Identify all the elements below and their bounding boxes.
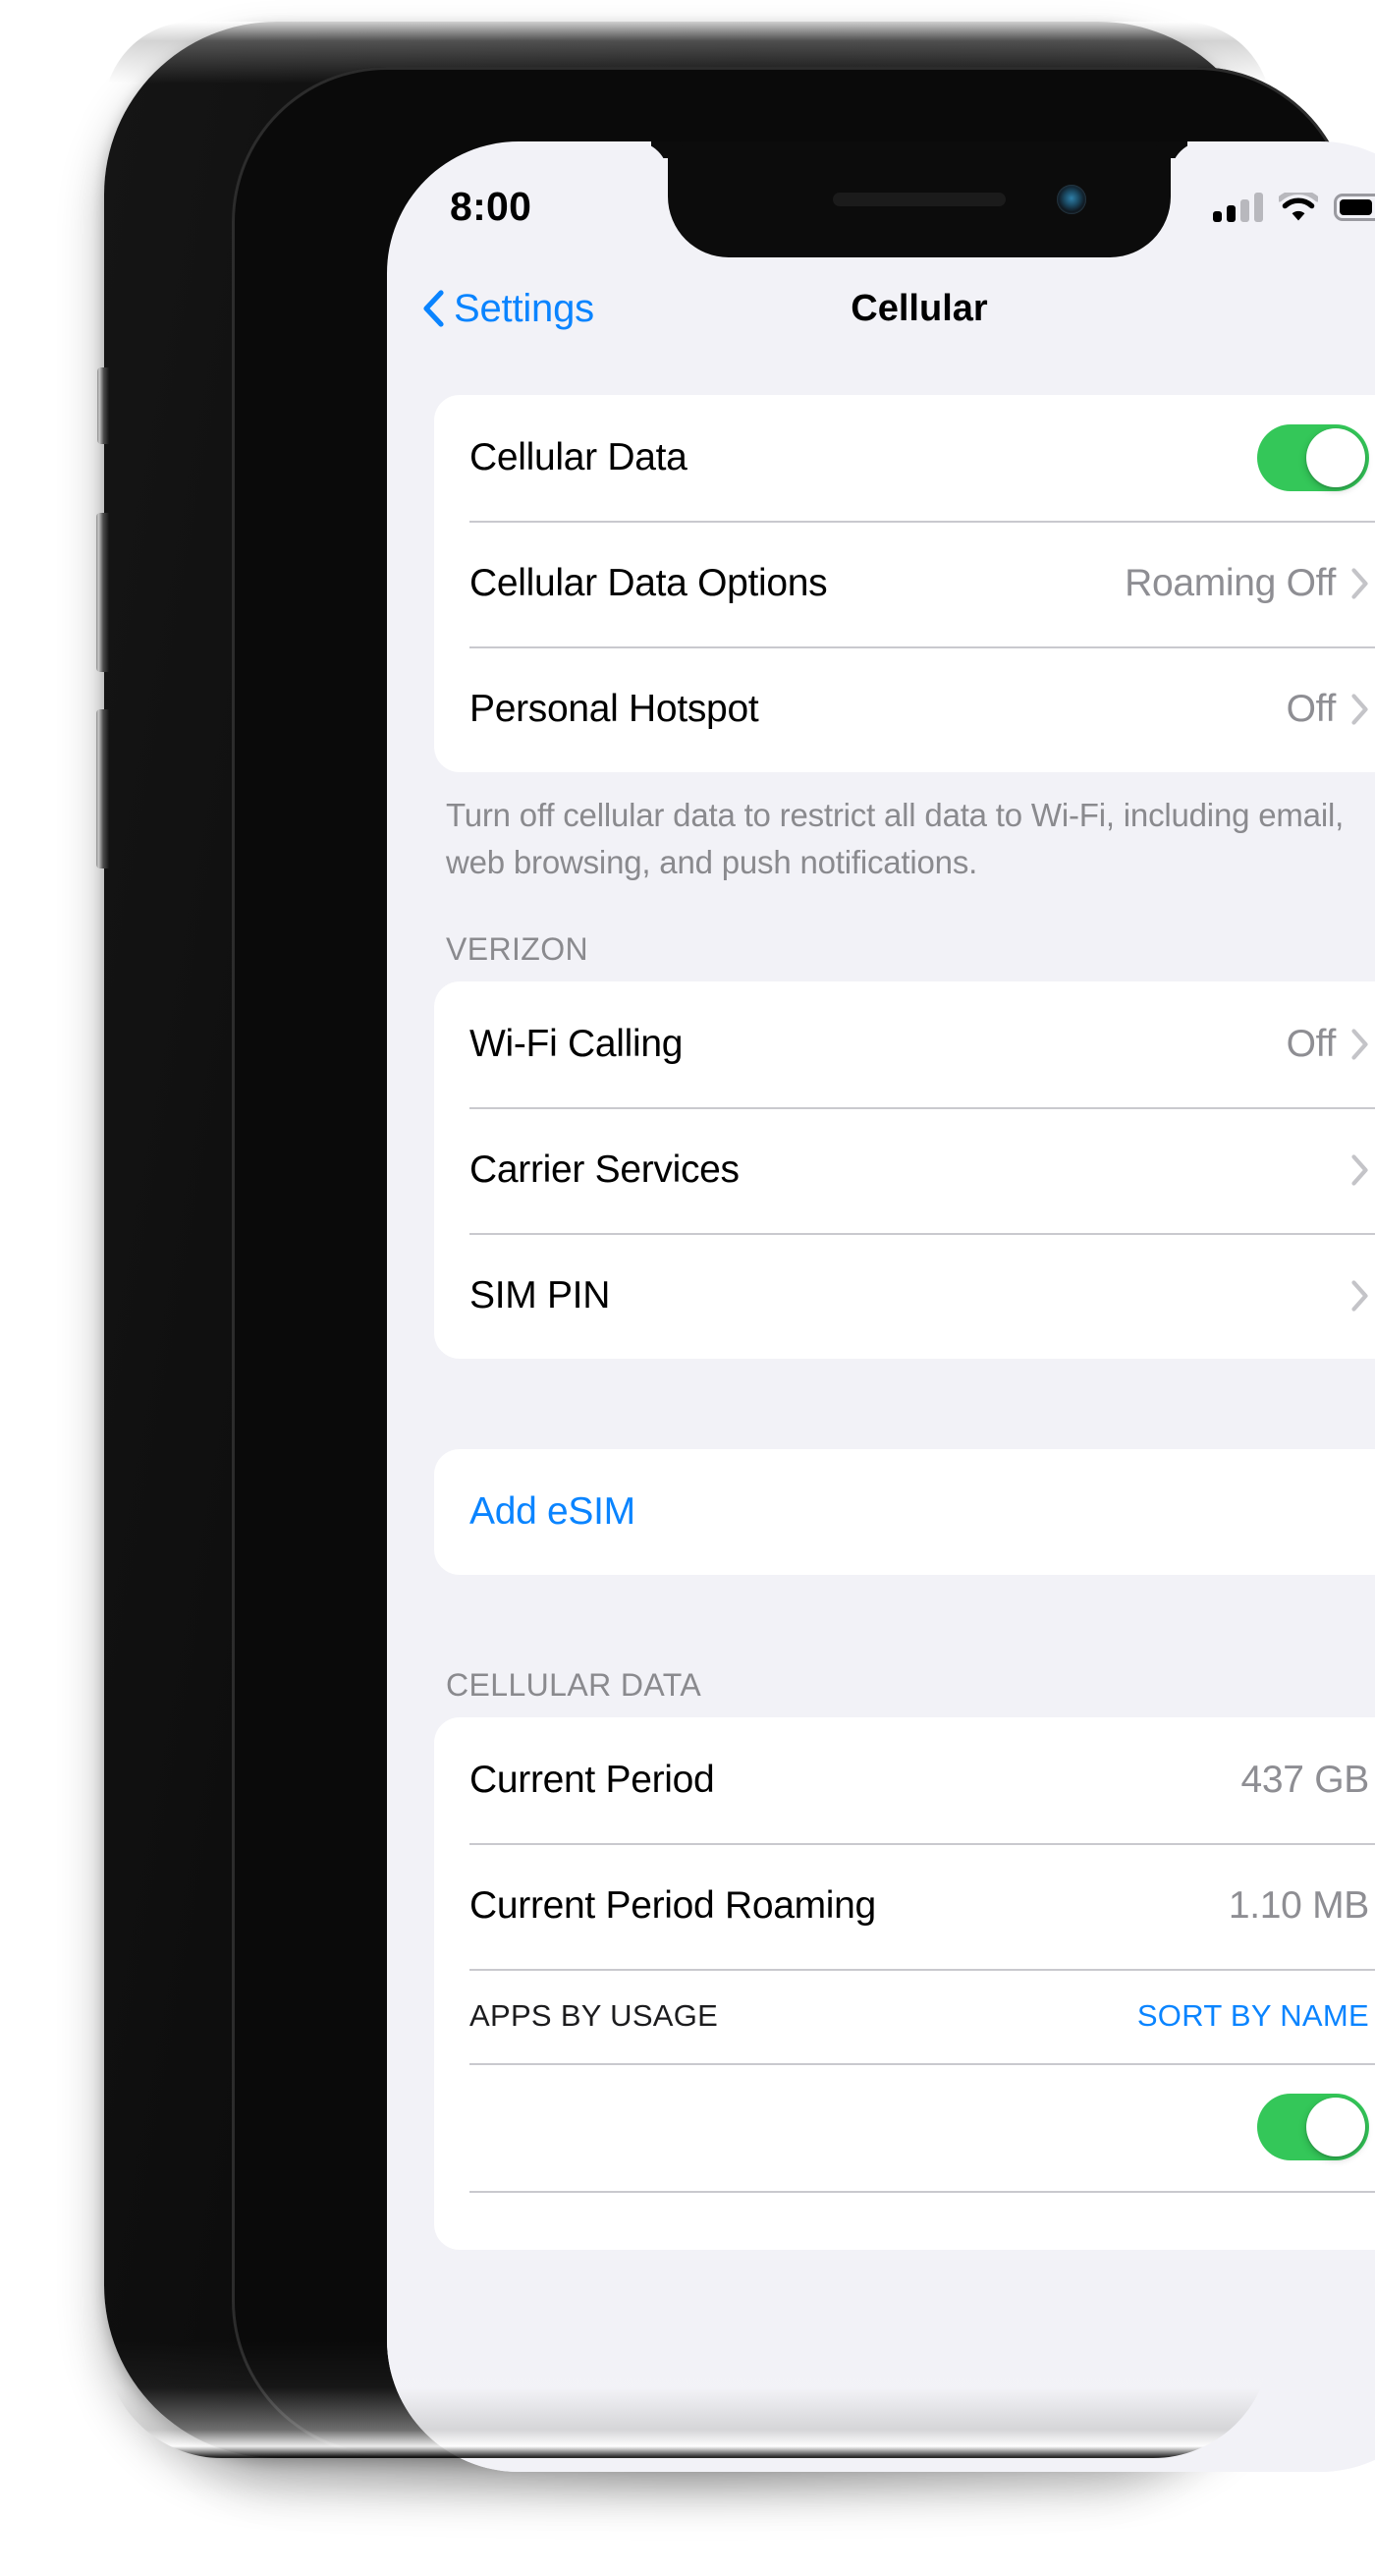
- row-label: Current Period: [469, 1759, 715, 1801]
- row-label: SIM PIN: [469, 1274, 611, 1316]
- row-label: Current Period Roaming: [469, 1884, 876, 1927]
- group-add-esim: Add eSIM: [434, 1449, 1375, 1575]
- row-label: Carrier Services: [469, 1148, 740, 1191]
- status-bar-time: 8:00: [450, 183, 532, 229]
- front-camera-icon: [1057, 185, 1086, 214]
- row-label: Wi-Fi Calling: [469, 1023, 684, 1065]
- chevron-right-icon: [1351, 694, 1368, 725]
- row-label: Cellular Data Options: [469, 562, 828, 604]
- row-value: 437 GB: [1240, 1759, 1370, 1801]
- row-add-esim[interactable]: Add eSIM: [434, 1449, 1375, 1575]
- chevron-right-icon: [1351, 568, 1368, 599]
- row-apps-by-usage-header: APPS BY USAGE SORT BY NAME: [434, 1969, 1375, 2063]
- chevron-right-icon: [1351, 1029, 1368, 1060]
- battery-icon: [1334, 194, 1375, 221]
- battery-level-fill: [1340, 199, 1373, 215]
- row-app-usage-item[interactable]: [434, 2063, 1375, 2191]
- row-wifi-calling[interactable]: Wi-Fi Calling Off: [434, 981, 1375, 1107]
- chevron-right-icon: [1351, 1280, 1368, 1312]
- back-button[interactable]: Settings: [422, 287, 594, 331]
- row-cellular-data[interactable]: Cellular Data: [434, 395, 1375, 521]
- display-notch: [668, 141, 1171, 257]
- cellular-data-footer-text: Turn off cellular data to restrict all d…: [446, 797, 1345, 880]
- status-bar-indicators: [1213, 193, 1375, 222]
- top-spacer: [387, 360, 1375, 395]
- row-cellular-data-options[interactable]: Cellular Data Options Roaming Off: [434, 521, 1375, 646]
- app-cellular-data-toggle[interactable]: [1257, 2094, 1369, 2160]
- toggle-knob: [1306, 428, 1365, 487]
- cellular-signal-icon: [1213, 193, 1263, 222]
- chevron-right-icon: [1351, 1154, 1368, 1186]
- wifi-icon: [1279, 193, 1318, 221]
- earpiece-speaker-icon: [833, 193, 1006, 206]
- add-esim-label: Add eSIM: [469, 1490, 635, 1533]
- section-header-cellular-data: CELLULAR DATA: [446, 1667, 702, 1703]
- navigation-bar: Settings Cellular: [387, 257, 1375, 360]
- group-carrier: Wi-Fi Calling Off Carrier Services SIM P…: [434, 981, 1375, 1359]
- spacer-after-carrier: [387, 1359, 1375, 1449]
- row-app-usage-item-next[interactable]: [434, 2191, 1375, 2250]
- settings-list[interactable]: Cellular Data Cellular Data Options Roam…: [387, 360, 1375, 2472]
- volume-up-button[interactable]: [96, 513, 109, 672]
- row-current-period[interactable]: Current Period 437 GB: [434, 1717, 1375, 1843]
- row-carrier-services[interactable]: Carrier Services: [434, 1107, 1375, 1233]
- volume-down-button[interactable]: [96, 709, 109, 868]
- group-cellular-data-usage: Current Period 437 GB Current Period Roa…: [434, 1717, 1375, 2250]
- chevron-left-icon: [423, 290, 444, 327]
- apps-by-usage-label: APPS BY USAGE: [469, 1998, 719, 2033]
- row-current-period-roaming[interactable]: Current Period Roaming 1.10 MB: [434, 1843, 1375, 1969]
- device-bezel: 8:00 Settings Cellular Cellular Data Cel…: [232, 67, 1375, 2472]
- row-sim-pin[interactable]: SIM PIN: [434, 1233, 1375, 1359]
- silent-switch-button[interactable]: [97, 367, 109, 444]
- section-header-carrier: VERIZON: [446, 931, 589, 967]
- row-personal-hotspot[interactable]: Personal Hotspot Off: [434, 646, 1375, 772]
- device-frame: 8:00 Settings Cellular Cellular Data Cel…: [96, 22, 1375, 2472]
- row-value: 1.10 MB: [1228, 1884, 1369, 1927]
- cellular-data-toggle[interactable]: [1257, 424, 1369, 491]
- screenshot-canvas: 8:00 Settings Cellular Cellular Data Cel…: [0, 0, 1375, 2576]
- back-button-label: Settings: [454, 286, 594, 330]
- row-label: Cellular Data: [469, 436, 688, 478]
- sort-by-name-button[interactable]: SORT BY NAME: [1137, 1998, 1369, 2034]
- row-value: Off: [1286, 688, 1337, 730]
- row-label: Personal Hotspot: [469, 688, 759, 730]
- row-value: Off: [1286, 1023, 1337, 1065]
- row-value: Roaming Off: [1125, 562, 1336, 604]
- toggle-knob: [1306, 2098, 1365, 2156]
- device-screen: 8:00 Settings Cellular Cellular Data Cel…: [387, 141, 1375, 2472]
- group-cellular-main: Cellular Data Cellular Data Options Roam…: [434, 395, 1375, 772]
